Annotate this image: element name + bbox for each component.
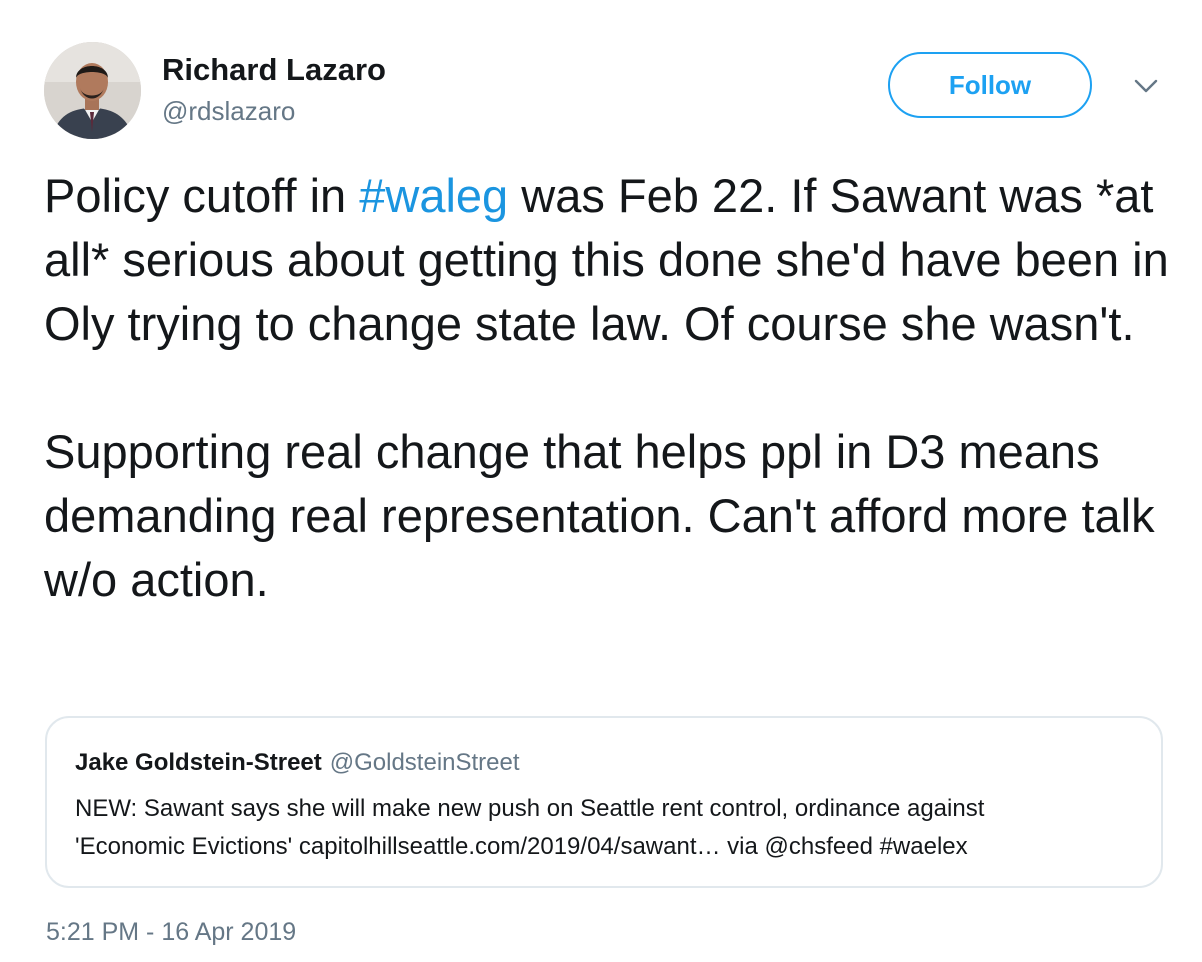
tweet-card: Richard Lazaro @rdslazaro Follow Policy … <box>0 0 1202 962</box>
tweet-timestamp[interactable]: 5:21 PM - 16 Apr 2019 <box>46 918 296 947</box>
quoted-tweet-text: NEW: Sawant says she will make new push … <box>75 795 985 860</box>
avatar[interactable] <box>44 42 141 139</box>
author-handle[interactable]: @rdslazaro <box>162 96 295 127</box>
quoted-author-handle: @GoldsteinStreet <box>329 749 520 776</box>
quoted-author-name: Jake Goldstein-Street <box>75 749 322 776</box>
avatar-photo <box>44 42 141 139</box>
hashtag-link[interactable]: #waleg <box>359 169 508 222</box>
tweet-text-part: was Feb 22. If Sawant was *at all* serio… <box>44 169 1169 606</box>
quoted-tweet-header: Jake Goldstein-Street @GoldsteinStreet <box>75 749 520 777</box>
quoted-tweet[interactable]: Jake Goldstein-Street @GoldsteinStreet NE… <box>45 716 1163 888</box>
chevron-down-icon[interactable] <box>1132 76 1160 96</box>
follow-button[interactable]: Follow <box>888 52 1092 118</box>
tweet-text: Policy cutoff in #waleg was Feb 22. If S… <box>44 164 1174 612</box>
tweet-text-part: Policy cutoff in <box>44 169 360 222</box>
author-name[interactable]: Richard Lazaro <box>162 52 386 88</box>
